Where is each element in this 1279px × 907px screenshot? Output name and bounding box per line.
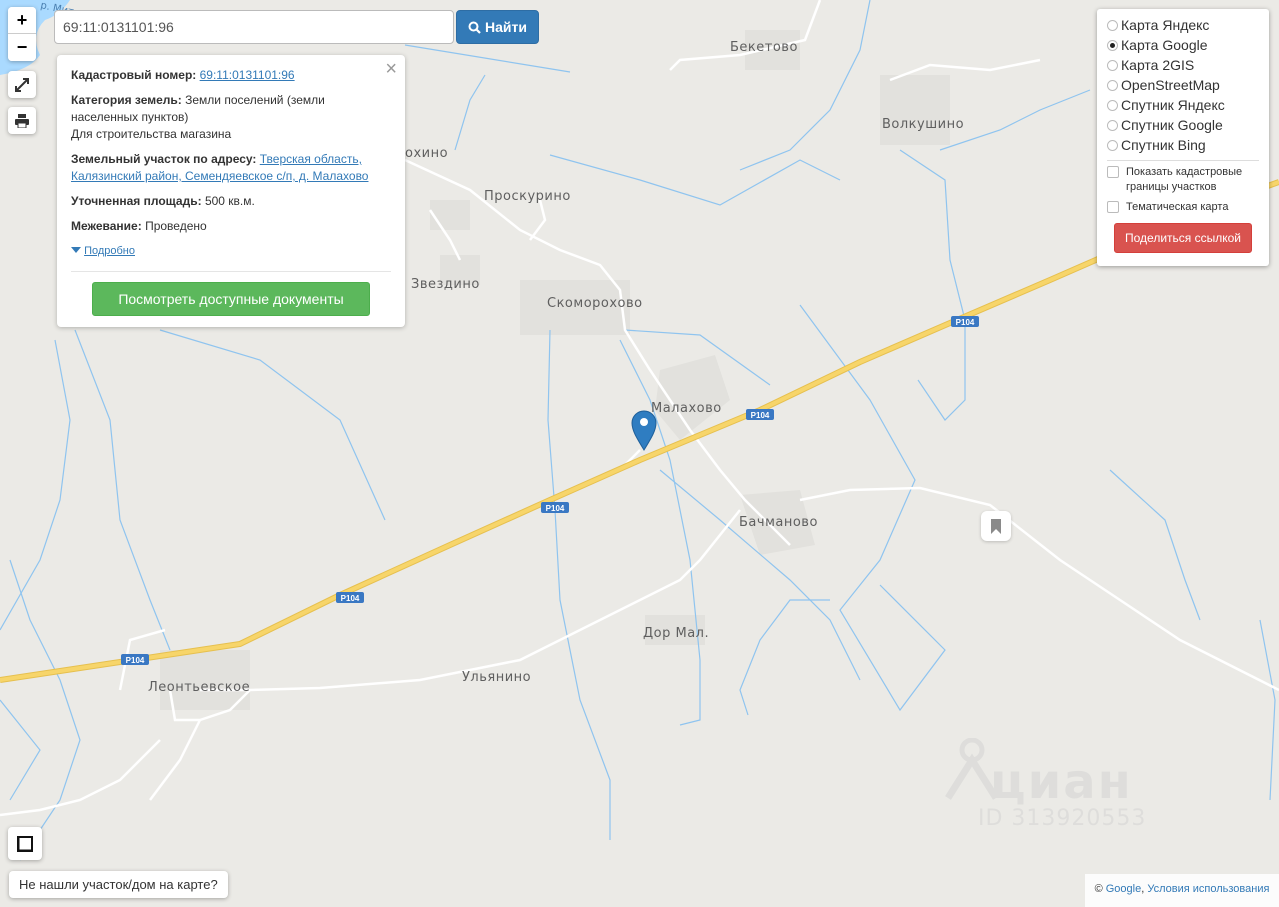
layer-option-google-map[interactable]: Карта Google: [1107, 35, 1259, 55]
area-row: Уточненная площадь: 500 кв.м.: [71, 193, 391, 210]
land-usage-value: Для строительства магазина: [71, 127, 232, 141]
watermark-brand: циан: [990, 754, 1133, 810]
cadastral-borders-toggle[interactable]: Показать кадастровые границы участков: [1107, 165, 1259, 195]
road-shield: Р104: [336, 592, 364, 603]
place-label-malakhovo: Малахово: [651, 401, 722, 416]
parcel-info-card: × Кадастровый номер: 69:11:0131101:96 Ка…: [57, 55, 405, 327]
place-label-leontyevskoe: Леонтьевское: [148, 680, 250, 695]
zoom-out-button[interactable]: −: [8, 34, 36, 61]
layer-option-2gis-map[interactable]: Карта 2GIS: [1107, 55, 1259, 75]
layer-switcher-panel: Карта Яндекс Карта Google Карта 2GIS Ope…: [1097, 9, 1269, 266]
cadastral-number-link[interactable]: 69:11:0131101:96: [200, 68, 295, 82]
view-documents-button[interactable]: Посмотреть доступные документы: [92, 282, 370, 316]
details-link[interactable]: Подробно: [84, 245, 135, 257]
cadastral-number-row: Кадастровый номер: 69:11:0131101:96: [71, 67, 391, 84]
radio-button[interactable]: [1107, 79, 1118, 91]
place-label-volkushino: Волкушино: [882, 117, 964, 132]
radio-button[interactable]: [1107, 59, 1118, 71]
terms-link[interactable]: Условия использования: [1147, 883, 1269, 895]
cian-watermark: циан ID 313920553: [940, 738, 1150, 838]
place-label-bachmanovo: Бачманово: [739, 515, 818, 530]
address-label: Земельный участок по адресу:: [71, 152, 257, 166]
road-shield: Р104: [746, 409, 774, 420]
fullscreen-button[interactable]: [8, 71, 36, 98]
bookmark-poi-icon[interactable]: [981, 511, 1011, 541]
zoom-in-button[interactable]: +: [8, 7, 36, 34]
divider: [1107, 160, 1259, 161]
svg-text:Р104: Р104: [341, 594, 360, 603]
details-toggle[interactable]: Подробно: [71, 243, 391, 260]
caret-down-icon: [71, 247, 81, 253]
place-label-beketovo: Бекетово: [730, 40, 798, 55]
search-icon: [468, 21, 481, 34]
divider: [71, 271, 391, 272]
survey-value: Проведено: [145, 219, 207, 233]
share-link-button[interactable]: Поделиться ссылкой: [1114, 223, 1252, 253]
area-label: Уточненная площадь:: [71, 194, 202, 208]
svg-text:Р104: Р104: [956, 318, 975, 327]
layer-option-openstreetmap[interactable]: OpenStreetMap: [1107, 75, 1259, 95]
place-label-skomorokhovo: Скоморохово: [547, 296, 643, 311]
watermark-id: ID 313920553: [978, 806, 1147, 831]
svg-text:Р104: Р104: [126, 656, 145, 665]
road-shield: Р104: [951, 316, 979, 327]
svg-text:Р104: Р104: [751, 411, 770, 420]
not-found-button[interactable]: Не нашли участок/дом на карте?: [9, 871, 228, 898]
checkbox[interactable]: [1107, 166, 1119, 178]
search-button[interactable]: Найти: [456, 10, 539, 44]
ruler-icon: [17, 835, 33, 852]
search-button-label: Найти: [485, 19, 527, 35]
radio-button-selected[interactable]: [1107, 39, 1118, 51]
survey-row: Межевание: Проведено: [71, 218, 391, 235]
radio-button[interactable]: [1107, 19, 1118, 31]
zoom-control: + −: [8, 7, 36, 61]
printer-icon: [15, 113, 29, 128]
survey-label: Межевание:: [71, 219, 142, 233]
place-label-zvezdino: Звездино: [411, 277, 480, 292]
area-value: 500 кв.м.: [204, 194, 255, 208]
google-link[interactable]: Google: [1106, 883, 1141, 895]
road-shield: Р104: [541, 502, 569, 513]
ruler-button[interactable]: [8, 827, 42, 860]
place-label-proskurino: Проскурино: [484, 189, 571, 204]
radio-button[interactable]: [1107, 119, 1118, 131]
layer-option-yandex-map[interactable]: Карта Яндекс: [1107, 15, 1259, 35]
checkbox[interactable]: [1107, 201, 1119, 213]
radio-button[interactable]: [1107, 139, 1118, 151]
layer-option-google-satellite[interactable]: Спутник Google: [1107, 115, 1259, 135]
layer-option-bing-satellite[interactable]: Спутник Bing: [1107, 135, 1259, 155]
search-input[interactable]: [54, 10, 454, 44]
place-label-dor-mal: Дор Мал.: [643, 626, 709, 641]
map-attribution: © Google, Условия использования: [1085, 874, 1279, 907]
close-icon[interactable]: ×: [385, 59, 397, 79]
place-label-ulyanino: Ульянино: [462, 670, 531, 685]
radio-button[interactable]: [1107, 99, 1118, 111]
thematic-map-toggle[interactable]: Тематическая карта: [1107, 200, 1259, 215]
cadastral-number-label: Кадастровый номер:: [71, 68, 197, 82]
land-category-row: Категория земель: Земли поселений (земли…: [71, 92, 391, 143]
road-shield: Р104: [121, 654, 149, 665]
print-button[interactable]: [8, 107, 36, 134]
address-row: Земельный участок по адресу: Тверская об…: [71, 151, 391, 185]
place-label-okhino: охино: [405, 146, 448, 161]
land-category-label: Категория земель:: [71, 93, 182, 107]
svg-text:Р104: Р104: [546, 504, 565, 513]
expand-icon: [15, 77, 29, 92]
layer-option-yandex-satellite[interactable]: Спутник Яндекс: [1107, 95, 1259, 115]
